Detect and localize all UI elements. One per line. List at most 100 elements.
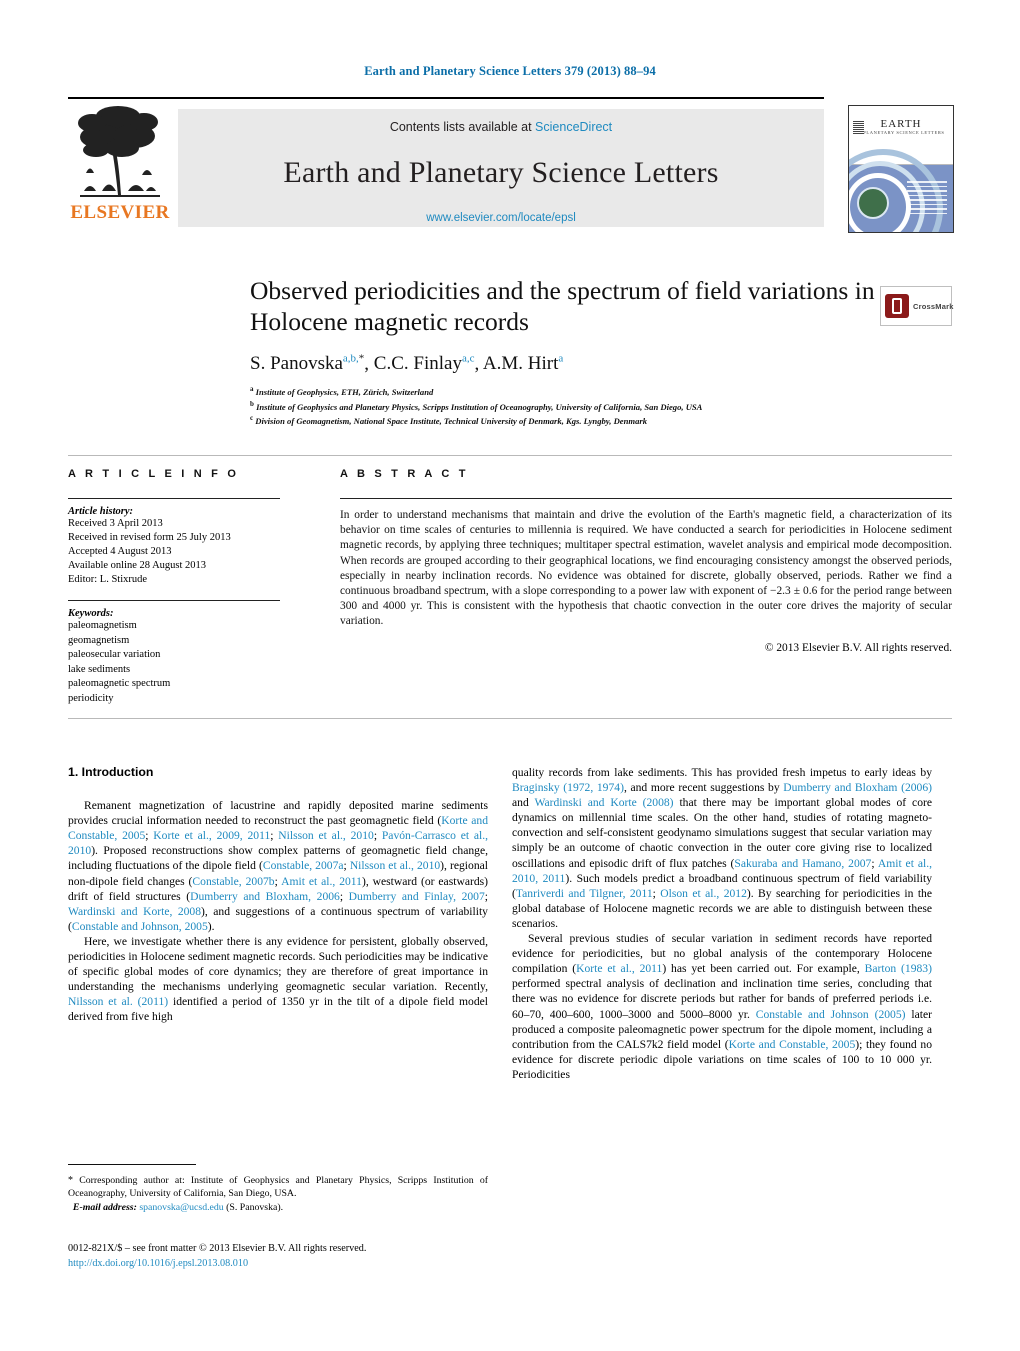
affiliation-text: Division of Geomagnetism, National Space… [255, 416, 648, 427]
article-info-rule [68, 498, 280, 499]
article-info-heading: A R T I C L E I N F O [68, 468, 240, 480]
journal-masthead: ELSEVIER Contents lists available at Sci… [68, 97, 954, 233]
keywords-rule [68, 600, 280, 601]
keyword-item: periodicity [68, 692, 114, 704]
author-name: S. Panovska [250, 353, 343, 375]
citation-link[interactable]: Wardinski and Korte (2008) [534, 796, 673, 809]
crossmark-icon [885, 294, 909, 318]
affiliation-item: c Division of Geomagnetism, National Spa… [250, 413, 880, 427]
contents-prefix: Contents lists available at [389, 120, 536, 134]
elsevier-tree-icon [78, 106, 160, 197]
cover-text-lines [907, 181, 947, 217]
crossmark-badge[interactable]: CrossMark [880, 286, 954, 326]
page-title: Observed periodicities and the spectrum … [250, 276, 875, 336]
footnote-body: Corresponding author at: Institute of Ge… [68, 1175, 488, 1200]
citation-link[interactable]: Barton (1983) [865, 962, 932, 975]
cover-subtitle: & PLANETARY SCIENCE LETTERS [857, 130, 945, 135]
cover-mini-logo-icon [853, 121, 864, 134]
author-entry: S. Panovskaa,b,* [250, 353, 364, 374]
citation-link[interactable]: Korte et al., 2011 [576, 962, 662, 975]
keyword-item: lake sediments [68, 663, 131, 675]
crossmark-label: CrossMark [913, 301, 954, 311]
history-editor: Editor: L. Stixrude [68, 574, 148, 585]
author-name: C.C. Finlay [373, 353, 462, 375]
corresponding-author-footnote: * Corresponding author at: Institute of … [68, 1164, 488, 1214]
sciencedirect-link[interactable]: ScienceDirect [535, 120, 612, 134]
keyword-item: paleomagnetic spectrum [68, 678, 171, 689]
citation-link[interactable]: Dumberry and Bloxham, 2006 [190, 890, 340, 903]
citation-link[interactable]: Wardinski and Korte, 2008 [68, 905, 201, 918]
elsevier-logo: ELSEVIER [68, 103, 172, 232]
citation-link[interactable]: Tanriverdi and Tilgner, 2011 [516, 887, 653, 900]
citation-link[interactable]: Sakuraba and Hamano, 2007 [734, 857, 871, 870]
citation-link[interactable]: Korte et al., 2009, 2011 [153, 829, 270, 842]
history-item: Received 3 April 2013 [68, 518, 163, 529]
citation-link[interactable]: Nilsson et al. (2011) [68, 995, 168, 1008]
body-paragraph: Here, we investigate whether there is an… [68, 934, 488, 1024]
author-separator: , [364, 353, 374, 375]
author-affil-mark: a [558, 353, 564, 365]
affiliation-mark: c [250, 414, 254, 423]
keywords-label: Keywords: [68, 608, 114, 619]
contents-lists-line: Contents lists available at ScienceDirec… [178, 120, 824, 134]
issn-copyright-line: 0012-821X/$ – see front matter © 2013 El… [68, 1243, 367, 1254]
body-column-right: quality records from lake sediments. Thi… [512, 765, 932, 1082]
email-link[interactable]: spanovska@ucsd.edu [139, 1202, 223, 1213]
elsevier-wordmark: ELSEVIER [70, 202, 170, 223]
title-block: Observed periodicities and the spectrum … [250, 275, 880, 428]
email-address-label: E-mail address: [72, 1201, 137, 1213]
keyword-item: paleosecular variation [68, 649, 161, 660]
journal-cover-thumbnail: EARTH & PLANETARY SCIENCE LETTERS [848, 105, 954, 233]
sciencedirect-panel: Contents lists available at ScienceDirec… [178, 109, 824, 227]
history-item: Available online 28 August 2013 [68, 560, 207, 571]
author-name: A.M. Hirt [482, 353, 559, 375]
abstract-text: In order to understand mechanisms that m… [340, 509, 952, 628]
author-affil-mark: a,b, [342, 353, 359, 365]
author-entry: C.C. Finlaya,c [374, 353, 475, 374]
abstract-copyright: © 2013 Elsevier B.V. All rights reserved… [764, 641, 952, 654]
author-entry: A.M. Hirta [483, 353, 563, 374]
citation-link[interactable]: Nilsson et al., 2010 [350, 859, 440, 872]
citation-link[interactable]: Constable and Johnson, 2005 [72, 920, 208, 933]
history-item: Accepted 4 August 2013 [68, 546, 172, 557]
affiliation-item: a Institute of Geophysics, ETH, Zürich, … [250, 384, 880, 398]
affiliation-mark: b [250, 399, 254, 408]
abstract-rule [340, 498, 952, 499]
body-column-left: 1. Introduction Remanent magnetization o… [68, 765, 488, 1025]
masthead-top-rule [68, 97, 824, 99]
footnote-star-mark: * [68, 1175, 73, 1186]
citation-link[interactable]: Olson et al., 2012 [660, 887, 747, 900]
history-item: Received in revised form 25 July 2013 [68, 532, 231, 543]
doi-link[interactable]: http://dx.doi.org/10.1016/j.epsl.2013.08… [68, 1257, 528, 1272]
footnote-text: * Corresponding author at: Institute of … [68, 1174, 488, 1214]
article-info-column: Article history: Received 3 April 2013 R… [68, 492, 300, 706]
author-separator: , [474, 353, 483, 375]
citation-link[interactable]: Amit et al., 2011 [281, 875, 362, 888]
affiliation-text: Institute of Geophysics, ETH, Zürich, Sw… [255, 387, 434, 398]
running-head: Earth and Planetary Science Letters 379 … [364, 64, 656, 78]
citation-link[interactable]: Dumberry and Bloxham (2006) [783, 781, 932, 794]
citation-link[interactable]: Korte and Constable, 2005 [729, 1038, 856, 1051]
info-section-bottom-rule [68, 718, 952, 719]
body-paragraph: Several previous studies of secular vari… [512, 932, 932, 1081]
journal-title: Earth and Planetary Science Letters [283, 156, 719, 189]
affiliation-text: Institute of Geophysics and Planetary Ph… [256, 401, 703, 412]
journal-homepage-link[interactable]: www.elsevier.com/locate/epsl [178, 212, 824, 224]
cover-title: EARTH [880, 118, 922, 130]
page-footer: 0012-821X/$ – see front matter © 2013 El… [68, 1242, 528, 1271]
section-heading-introduction: 1. Introduction [68, 765, 154, 779]
cover-globe-icon [857, 187, 889, 219]
citation-link[interactable]: Constable and Johnson (2005) [756, 1008, 906, 1021]
author-affil-mark: a,c [461, 353, 475, 365]
citation-link[interactable]: Braginsky (1972, 1974) [512, 781, 624, 794]
citation-link[interactable]: Constable, 2007a [263, 859, 344, 872]
article-history-label: Article history: [68, 506, 134, 517]
email-owner: (S. Panovska). [226, 1201, 284, 1213]
affiliation-mark: a [250, 385, 254, 394]
affiliation-list: a Institute of Geophysics, ETH, Zürich, … [250, 384, 880, 427]
keyword-item: paleomagnetism [68, 620, 137, 631]
cover-artwork [849, 149, 953, 232]
citation-link[interactable]: Constable, 2007b [192, 875, 274, 888]
citation-link[interactable]: Dumberry and Finlay, 2007 [349, 890, 485, 903]
citation-link[interactable]: Nilsson et al., 2010 [278, 829, 374, 842]
